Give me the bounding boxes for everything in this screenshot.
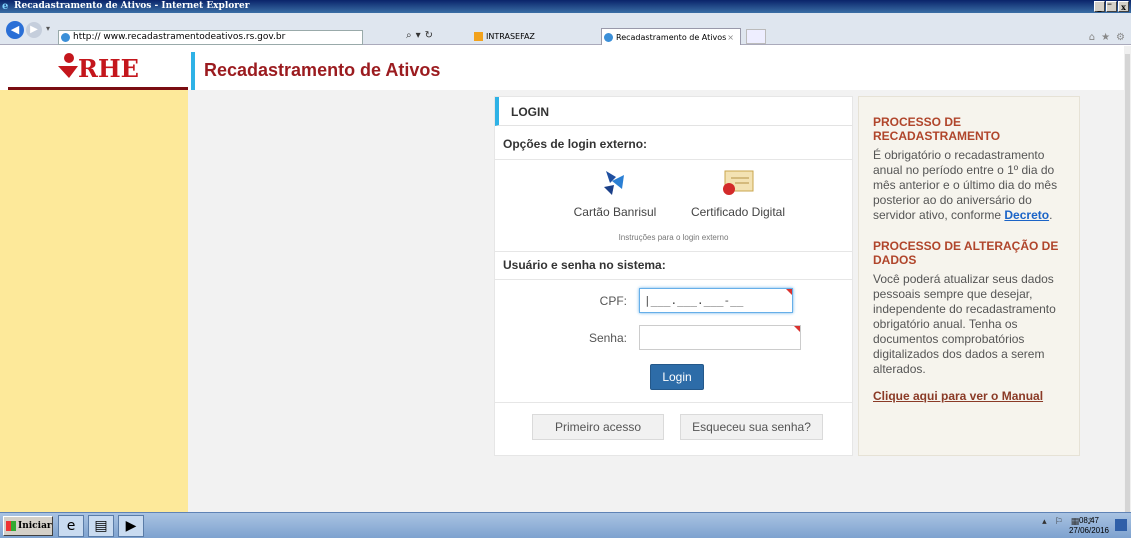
show-desktop-button[interactable] [1115,519,1127,531]
tab-label: INTRASEFAZ [486,32,535,41]
punctuation: . [1049,208,1053,222]
close-button[interactable]: x [1118,1,1129,12]
maximize-button[interactable]: ̅ [1106,1,1117,12]
system-login-label: Usuário e senha no sistema: [503,258,666,272]
cpf-label: CPF: [599,294,627,308]
required-marker-icon [786,289,792,295]
flag-icon[interactable]: ⚐ [1055,517,1063,527]
decreto-link[interactable]: Decreto [1004,208,1049,222]
window-controls: _ ̅ x [1094,1,1129,12]
vertical-scrollbar[interactable] [1124,46,1131,524]
search-icon[interactable]: ⌕ [406,30,412,41]
header-accent-bar [191,52,195,90]
tab-favicon-icon [604,33,613,42]
required-marker-icon [794,326,800,332]
media-player-taskbar-icon[interactable]: ▶ [118,515,144,537]
forgot-password-button[interactable]: Esqueceu sua senha? [680,414,823,440]
cpf-input[interactable]: |___.___.___-__ [639,288,793,313]
start-button[interactable]: Iniciar [3,516,53,536]
divider [495,279,852,280]
page-header: Recadastramento de Ativos [188,46,1124,90]
external-login-label: Opções de login externo: [503,137,648,151]
info-panel: PROCESSO DE RECADASTRAMENTO É obrigatóri… [858,96,1080,456]
window-titlebar: e Recadastramento de Ativos - Internet E… [0,0,1131,13]
banrisul-label: Cartão Banrisul [573,205,657,219]
address-tools: ⌕ ▾ ↻ [406,30,433,41]
clock[interactable]: 08:47 27/06/2016 [1069,516,1109,536]
dropdown-icon[interactable]: ▾ [416,30,421,41]
tab-close-icon[interactable]: × [727,29,734,46]
password-label: Senha: [588,331,627,345]
tab-intrasefaz[interactable]: INTRASEFAZ [472,28,597,45]
address-bar[interactable]: http:// www.recadastramentodeativos.rs.g… [58,30,363,45]
login-heading: LOGIN [495,97,852,126]
gear-icon[interactable]: ⚙ [1116,32,1125,43]
site-favicon-icon [61,33,70,42]
clock-time: 08:47 [1078,516,1099,525]
rhe-logo-mark-icon [58,53,78,78]
certificate-label: Certificado Digital [690,205,786,219]
divider [495,251,852,252]
forward-button[interactable]: ▶ [26,22,42,38]
back-button[interactable]: ◀ [6,21,24,39]
rhe-logo[interactable]: RHE [78,54,139,83]
clock-date: 27/06/2016 [1068,526,1109,535]
alteracao-text: Você poderá atualizar seus dados pessoai… [873,272,1056,376]
manual-link[interactable]: Clique aqui para ver o Manual [873,389,1065,403]
home-icon[interactable]: ⌂ [1089,32,1095,43]
new-tab-button[interactable] [746,29,766,44]
recadastramento-title: PROCESSO DE RECADASTRAMENTO [873,115,1001,143]
divider [495,402,852,403]
banrisul-icon [604,171,624,195]
window-title: Recadastramento de Ativos - Internet Exp… [14,1,250,11]
login-button[interactable]: Login [650,364,704,390]
refresh-icon[interactable]: ↻ [425,30,433,41]
external-login-instructions-link[interactable]: Instruções para o login externo [495,233,852,242]
explorer-taskbar-icon[interactable]: ▤ [88,515,114,537]
page-title: Recadastramento de Ativos [204,60,441,80]
tab-favicon-icon [474,32,483,41]
windows-flag-icon [6,521,16,531]
alteracao-title: PROCESSO DE ALTERAÇÃO DE DADOS [873,239,1059,267]
tab-label: Recadastramento de Ativos [616,33,727,42]
tray-arrow-icon[interactable]: ▴ [1042,517,1047,527]
tab-recadastramento[interactable]: Recadastramento de Ativos × [601,28,741,45]
start-label: Iniciar [18,521,52,531]
minimize-button[interactable]: _ [1094,1,1105,12]
password-input[interactable] [639,325,801,350]
first-access-button[interactable]: Primeiro acesso [532,414,664,440]
cpf-input-value: |___.___.___-__ [644,294,744,307]
login-card: LOGIN Opções de login externo: Cartão Ba… [494,96,853,456]
scrollbar-thumb[interactable] [1125,54,1130,524]
ie-taskbar-icon[interactable]: e [58,515,84,537]
recadastramento-text: É obrigatório o recadastramento anual no… [873,148,1065,223]
ie-logo-icon: e [2,1,9,12]
certificate-login-option[interactable]: Certificado Digital [681,167,795,219]
banrisul-login-option[interactable]: Cartão Banrisul [565,167,665,219]
logo-area: RHE [0,46,188,90]
sidebar [0,46,188,512]
history-dropdown-icon[interactable]: ▾ [46,24,50,33]
taskbar: Iniciar e ▤ ▶ ▴ ⚐ ▦ ♪ 08:47 27/06/2016 [0,512,1131,538]
certificate-icon [723,170,754,195]
logo-underline [8,87,188,90]
divider [495,159,852,160]
favorites-star-icon[interactable]: ★ [1101,32,1110,43]
browser-toolbar: ◀ ▶ ▾ http:// www.recadastramentodeativo… [0,13,1131,45]
browser-right-icons: ⌂ ★ ⚙ [1089,32,1125,43]
address-text: http:// www.recadastramentodeativos.rs.g… [73,32,286,42]
